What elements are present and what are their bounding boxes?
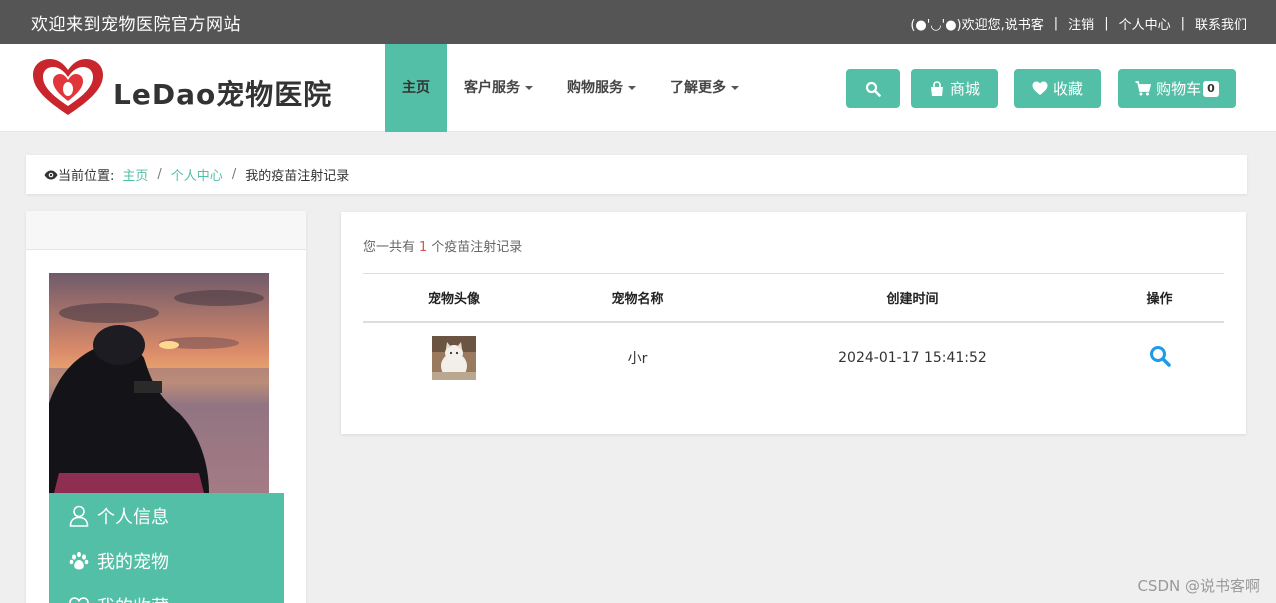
site-logo[interactable]: LeDao宠物医院 xyxy=(31,59,361,117)
brand-name: LeDao宠物医院 xyxy=(113,78,333,111)
caret-down-icon xyxy=(731,86,739,90)
avatar-image xyxy=(49,273,269,493)
view-details-search-icon[interactable] xyxy=(1149,345,1171,367)
breadcrumb-divider: / xyxy=(157,167,162,182)
sidebar-item-label: 个人信息 xyxy=(97,506,169,528)
shopping-cart-icon xyxy=(1135,81,1152,96)
header: LeDao宠物医院 主页 客户服务 购物服务 了解更多 商城 收藏 购物车 0 xyxy=(0,44,1276,132)
heart-outline-icon xyxy=(69,596,89,603)
user-avatar[interactable] xyxy=(49,273,269,493)
caret-down-icon xyxy=(628,86,636,90)
breadcrumb: 当前位置: 主页 / 个人中心 / 我的疫苗注射记录 xyxy=(26,155,1247,194)
search-icon xyxy=(865,81,881,97)
vaccine-records-panel: 您一共有 1 个疫苗注射记录 宠物头像 宠物名称 创建时间 操作 小r 2024… xyxy=(341,212,1246,434)
breadcrumb-divider: / xyxy=(231,167,237,182)
cart-button-label: 购物车 xyxy=(1156,80,1202,98)
nav-shopping-service[interactable]: 购物服务 xyxy=(550,44,653,132)
breadcrumb-current: 我的疫苗注射记录 xyxy=(245,169,350,184)
column-header-created: 创建时间 xyxy=(886,292,939,307)
breadcrumb-home[interactable]: 主页 xyxy=(122,165,148,184)
nav-home[interactable]: 主页 xyxy=(385,44,447,132)
pet-avatar-cell xyxy=(363,336,545,380)
search-button[interactable] xyxy=(846,69,900,108)
mall-button-label: 商城 xyxy=(949,80,980,98)
records-summary: 您一共有 1 个疫苗注射记录 xyxy=(363,236,522,255)
mall-button[interactable]: 商城 xyxy=(911,69,998,108)
sidebar-menu: 个人信息 我的宠物 我的收藏 xyxy=(49,493,284,603)
sidebar-item-my-pets[interactable]: 我的宠物 xyxy=(49,538,284,583)
user-icon xyxy=(69,505,89,527)
nav-learn-more[interactable]: 了解更多 xyxy=(653,44,756,132)
created-time-cell: 2024-01-17 15:41:52 xyxy=(838,350,987,366)
site-welcome-text: 欢迎来到宠物医院官方网站 xyxy=(31,15,241,35)
favorites-button[interactable]: 收藏 xyxy=(1014,69,1101,108)
table-row: 小r 2024-01-17 15:41:52 xyxy=(363,323,1224,393)
summary-prefix: 您一共有 xyxy=(363,240,416,255)
pet-name-cell: 小r xyxy=(627,351,648,367)
logout-link[interactable]: 注销 xyxy=(1068,14,1094,33)
column-header-actions: 操作 xyxy=(1146,292,1173,307)
sidebar-item-label: 我的宠物 xyxy=(97,551,169,573)
sidebar-item-personal-info[interactable]: 个人信息 xyxy=(49,493,284,538)
column-header-name: 宠物名称 xyxy=(611,292,664,307)
actions-cell xyxy=(1095,345,1224,371)
eye-icon xyxy=(44,170,58,179)
record-count: 1 xyxy=(419,240,428,255)
table-header: 宠物头像 宠物名称 创建时间 操作 xyxy=(363,273,1224,323)
main-nav: 主页 客户服务 购物服务 了解更多 xyxy=(385,44,756,132)
sidebar-item-label: 我的收藏 xyxy=(97,593,169,603)
divider: | xyxy=(1180,16,1185,31)
divider: | xyxy=(1053,16,1059,31)
nav-shopping-service-label: 购物服务 xyxy=(567,80,623,96)
watermark: CSDN @说书客啊 xyxy=(1137,577,1260,595)
user-greeting: (●'◡'●)欢迎您,说书客 xyxy=(910,18,1044,33)
top-bar: 欢迎来到宠物医院官方网站 (●'◡'●)欢迎您,说书客 | 注销 | 个人中心 … xyxy=(0,0,1276,44)
top-links: (●'◡'●)欢迎您,说书客 | 注销 | 个人中心 | 联系我们 xyxy=(910,14,1247,33)
summary-suffix: 个疫苗注射记录 xyxy=(431,240,523,255)
caret-down-icon xyxy=(525,86,533,90)
pet-avatar-image xyxy=(432,336,476,380)
paw-icon xyxy=(69,551,89,569)
divider: | xyxy=(1104,16,1109,31)
cart-count-badge: 0 xyxy=(1203,80,1219,97)
nav-customer-service[interactable]: 客户服务 xyxy=(447,44,550,132)
sidebar-header xyxy=(26,211,306,250)
shopping-bag-icon xyxy=(930,80,943,96)
sidebar-item-my-favorites[interactable]: 我的收藏 xyxy=(49,583,284,603)
heart-logo-icon xyxy=(33,59,103,115)
breadcrumb-profile[interactable]: 个人中心 xyxy=(171,165,223,184)
nav-customer-service-label: 客户服务 xyxy=(464,80,520,96)
profile-link[interactable]: 个人中心 xyxy=(1119,14,1171,33)
breadcrumb-label: 当前位置: xyxy=(58,169,115,184)
records-table: 宠物头像 宠物名称 创建时间 操作 小r 2024-01-17 15:41:52 xyxy=(363,273,1224,393)
contact-link[interactable]: 联系我们 xyxy=(1195,14,1247,33)
nav-learn-more-label: 了解更多 xyxy=(670,80,726,96)
sidebar: 个人信息 我的宠物 我的收藏 xyxy=(26,211,306,603)
cart-button[interactable]: 购物车 0 xyxy=(1118,69,1236,108)
favorites-button-label: 收藏 xyxy=(1052,80,1083,98)
heart-icon xyxy=(1032,81,1048,95)
column-header-avatar: 宠物头像 xyxy=(427,292,480,307)
